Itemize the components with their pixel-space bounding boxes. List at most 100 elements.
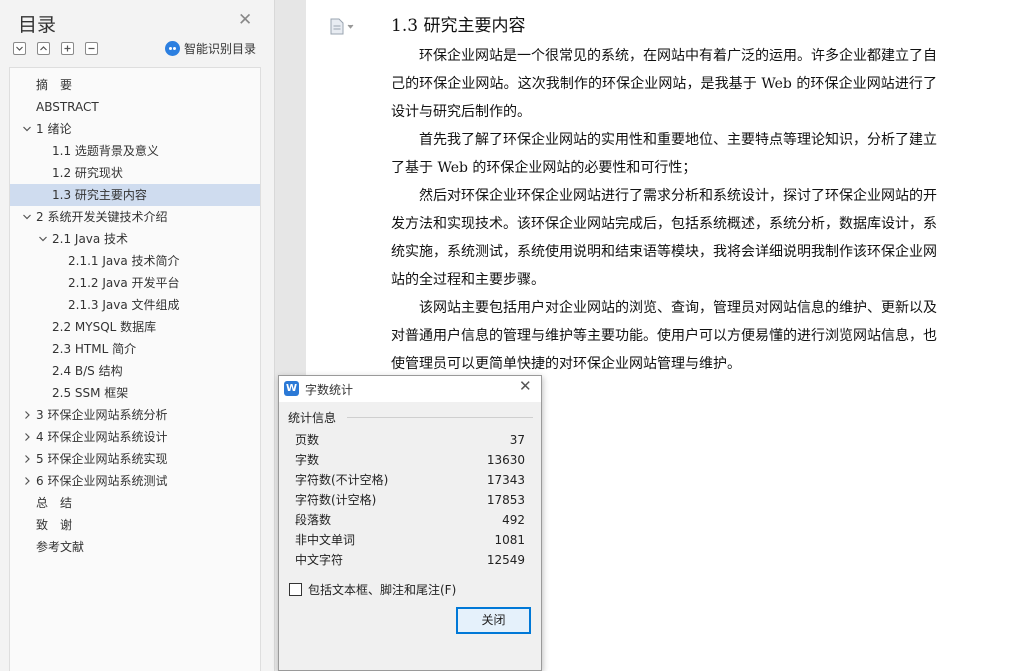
add-level-icon[interactable] xyxy=(61,42,74,55)
document-icon xyxy=(330,18,344,35)
paragraph-options-button[interactable] xyxy=(330,18,354,35)
toc-item[interactable]: 2.1.3 Java 文件组成 xyxy=(10,294,260,316)
toc-item-label: 1.1 选题背景及意义 xyxy=(52,144,159,158)
toc-item[interactable]: 致 谢 xyxy=(10,514,260,536)
toc-item[interactable]: 2.3 HTML 简介 xyxy=(10,338,260,360)
toc-item-label: 1.3 研究主要内容 xyxy=(52,188,147,202)
stat-row: 段落数 492 xyxy=(295,510,525,530)
toc-item[interactable]: 4 环保企业网站系统设计 xyxy=(10,426,260,448)
toc-item[interactable]: 2.1.2 Java 开发平台 xyxy=(10,272,260,294)
stat-label: 非中文单词 xyxy=(295,533,356,547)
paragraph: 该网站主要包括用户对企业网站的浏览、查询，管理员对网站信息的维护、更新以及对普通… xyxy=(391,300,937,372)
stat-row: 字数 13630 xyxy=(295,450,525,470)
toc-item[interactable]: 1.1 选题背景及意义 xyxy=(10,140,260,162)
smart-recognize-label: 智能识别目录 xyxy=(184,42,257,56)
toc-item[interactable]: 2.1.1 Java 技术简介 xyxy=(10,250,260,272)
chevron-right-icon[interactable] xyxy=(22,454,32,464)
toc-item-label: 2.5 SSM 框架 xyxy=(52,386,129,400)
toc-item-label: 2.1.2 Java 开发平台 xyxy=(68,276,180,290)
stat-row: 字符数(计空格) 17853 xyxy=(295,490,525,510)
toc-item[interactable]: 1 绪论 xyxy=(10,118,260,140)
toc-item[interactable]: 1.2 研究现状 xyxy=(10,162,260,184)
stat-label: 字数 xyxy=(295,453,320,467)
toc-item-label: 2.1.1 Java 技术简介 xyxy=(68,254,180,268)
toc-item[interactable]: 摘 要 xyxy=(10,74,260,96)
section-heading: 1.3 研究主要内容 xyxy=(391,16,526,36)
include-textbox-footnote-checkbox[interactable]: 包括文本框、脚注和尾注(F) xyxy=(289,581,456,598)
toc-item-label: 2 系统开发关键技术介绍 xyxy=(36,210,168,224)
stat-label: 字符数(计空格) xyxy=(295,493,377,507)
close-icon[interactable]: ✕ xyxy=(519,379,532,394)
chevron-down-icon[interactable] xyxy=(22,124,32,134)
toc-item[interactable]: 2.2 MYSQL 数据库 xyxy=(10,316,260,338)
toc-item[interactable]: 6 环保企业网站系统测试 xyxy=(10,470,260,492)
toc-item-label: 6 环保企业网站系统测试 xyxy=(36,474,168,488)
toc-item-label: 2.1.3 Java 文件组成 xyxy=(68,298,180,312)
collapse-all-icon[interactable] xyxy=(37,42,50,55)
checkbox[interactable] xyxy=(289,583,302,596)
toc-item[interactable]: ABSTRACT xyxy=(10,96,260,118)
chevron-right-icon[interactable] xyxy=(22,432,32,442)
remove-level-icon[interactable] xyxy=(85,42,98,55)
toc-item-label: 摘 要 xyxy=(36,78,73,92)
toc-item-label: 致 谢 xyxy=(36,518,73,532)
toc-item-label: 4 环保企业网站系统设计 xyxy=(36,430,168,444)
dialog-titlebar[interactable]: W 字数统计 ✕ xyxy=(279,376,541,402)
chevron-down-icon xyxy=(347,24,354,29)
toc-item-label: 参考文献 xyxy=(36,540,85,554)
toc-item-label: 2.2 MYSQL 数据库 xyxy=(52,320,157,334)
toc-item[interactable]: 2.4 B/S 结构 xyxy=(10,360,260,382)
stat-row: 页数 37 xyxy=(295,430,525,450)
toc-item-label: 3 环保企业网站系统分析 xyxy=(36,408,168,422)
expand-all-icon[interactable] xyxy=(13,42,26,55)
stat-value: 37 xyxy=(509,433,525,447)
close-icon[interactable]: ✕ xyxy=(238,12,252,29)
paragraph: 环保企业网站是一个很常见的系统，在网站中有着广泛的运用。许多企业都建立了自己的环… xyxy=(391,48,937,120)
toc-item[interactable]: 参考文献 xyxy=(10,536,260,558)
toc-title: 目录 xyxy=(18,14,57,36)
close-button[interactable]: 关闭 xyxy=(456,607,531,634)
ai-assistant-icon xyxy=(165,41,180,56)
toc-item-label: 1.2 研究现状 xyxy=(52,166,123,180)
divider xyxy=(347,417,533,418)
toc-item-label: 2.3 HTML 简介 xyxy=(52,342,137,356)
stat-value: 13630 xyxy=(486,453,525,467)
checkbox-label: 包括文本框、脚注和尾注(F) xyxy=(308,583,457,597)
toc-item-label: 1 绪论 xyxy=(36,122,72,136)
chevron-down-icon[interactable] xyxy=(22,212,32,222)
statistics-group-label: 统计信息 xyxy=(288,411,337,425)
chevron-right-icon[interactable] xyxy=(22,476,32,486)
toc-panel: 目录 ✕ 智能识别目录 摘 要 ABSTRACT 1 绪论 1.1 选题背景及意义 1.… xyxy=(0,0,275,671)
stat-row: 中文字符 12549 xyxy=(295,550,525,570)
toc-item-label: 2.4 B/S 结构 xyxy=(52,364,123,378)
smart-recognize-toc-button[interactable]: 智能识别目录 xyxy=(165,40,256,57)
toc-item[interactable]: 2.5 SSM 框架 xyxy=(10,382,260,404)
stat-row: 字符数(不计空格) 17343 xyxy=(295,470,525,490)
stat-label: 中文字符 xyxy=(295,553,344,567)
document-body: 环保企业网站是一个很常见的系统，在网站中有着广泛的运用。许多企业都建立了自己的环… xyxy=(391,42,937,378)
chevron-right-icon[interactable] xyxy=(22,410,32,420)
toc-item-label: 总 结 xyxy=(36,496,73,510)
toc-item[interactable]: 1.3 研究主要内容 xyxy=(10,184,260,206)
stat-value: 17853 xyxy=(486,493,525,507)
stat-row: 非中文单词 1081 xyxy=(295,530,525,550)
toc-item[interactable]: 2 系统开发关键技术介绍 xyxy=(10,206,260,228)
stat-value: 12549 xyxy=(486,553,525,567)
word-count-dialog: W 字数统计 ✕ 统计信息 页数 37 字数 13630 字符数(不计空格) 17343 字… xyxy=(278,375,542,671)
stat-label: 段落数 xyxy=(295,513,332,527)
stat-label: 字符数(不计空格) xyxy=(295,473,389,487)
toc-item[interactable]: 总 结 xyxy=(10,492,260,514)
toc-item[interactable]: 3 环保企业网站系统分析 xyxy=(10,404,260,426)
paragraph: 然后对环保企业环保企业网站进行了需求分析和系统设计，探讨了环保企业网站的开发方法… xyxy=(391,188,937,288)
chevron-down-icon[interactable] xyxy=(38,234,48,244)
toc-item[interactable]: 2.1 Java 技术 xyxy=(10,228,260,250)
stat-value: 17343 xyxy=(486,473,525,487)
paragraph: 首先我了解了环保企业网站的实用性和重要地位、主要特点等理论知识，分析了建立了基于… xyxy=(391,132,937,176)
dialog-title: 字数统计 xyxy=(305,383,354,397)
toc-item-label: 2.1 Java 技术 xyxy=(52,232,129,246)
stat-value: 1081 xyxy=(494,533,525,547)
stat-value: 492 xyxy=(502,513,525,527)
toc-item[interactable]: 5 环保企业网站系统实现 xyxy=(10,448,260,470)
toc-list: 摘 要 ABSTRACT 1 绪论 1.1 选题背景及意义 1.2 研究现状 1.3 研究… xyxy=(9,67,261,671)
toc-item-label: ABSTRACT xyxy=(36,100,99,114)
